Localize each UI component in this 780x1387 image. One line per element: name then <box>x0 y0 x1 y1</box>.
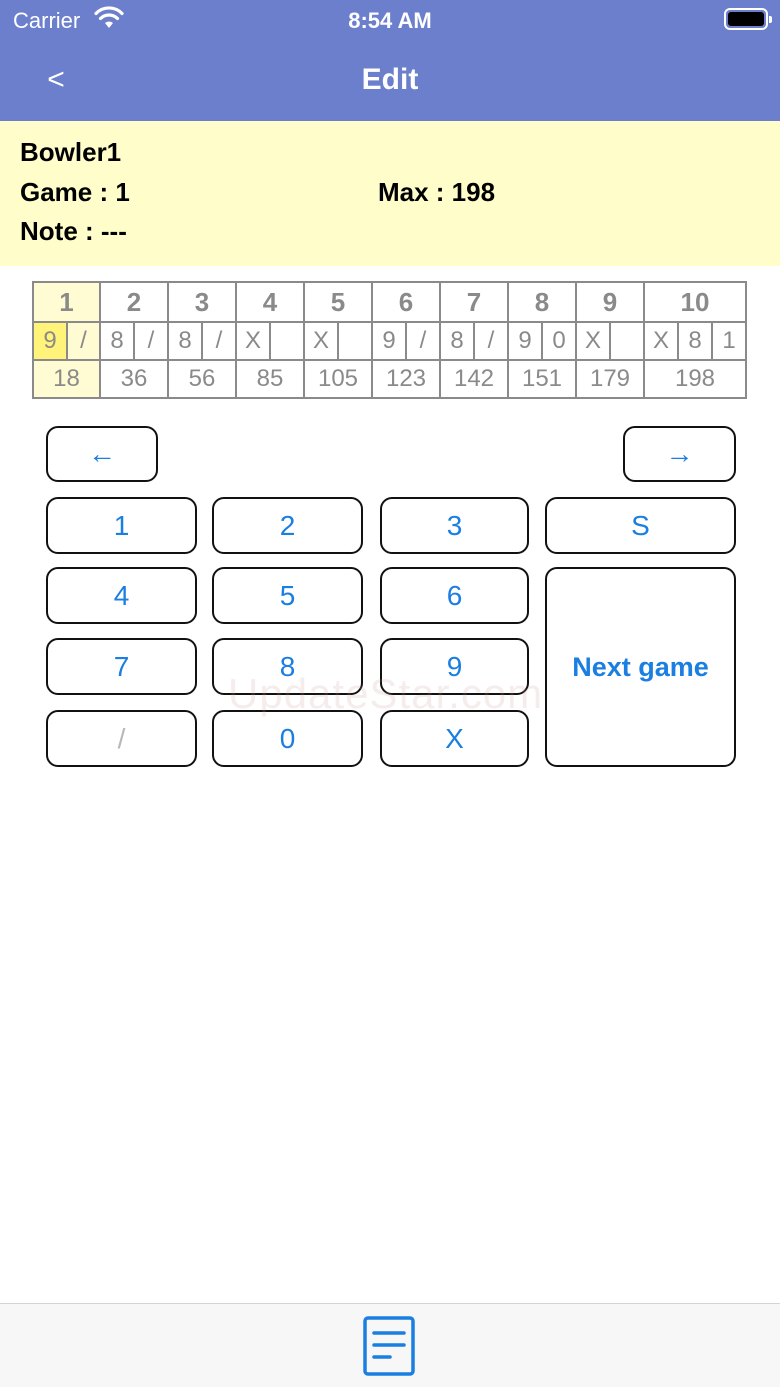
frame-total: 151 <box>507 359 577 399</box>
total-row: 18 36 56 85 105 123 142 151 179 198 <box>32 359 747 399</box>
ball-cell[interactable] <box>337 321 373 361</box>
split-button[interactable]: S <box>545 497 736 554</box>
ball-cell[interactable]: X <box>575 321 611 361</box>
strike-button[interactable]: X <box>380 710 529 767</box>
ball-cell[interactable]: 8 <box>167 321 203 361</box>
navigation-bar: Carrier 8:54 AM < Edit <box>0 0 780 121</box>
frame-total: 179 <box>575 359 645 399</box>
ball-cell[interactable]: 9 <box>371 321 407 361</box>
max-score: Max : 198 <box>378 177 496 207</box>
frame-header[interactable]: 3 <box>167 281 237 323</box>
next-ball-button[interactable]: → <box>623 426 736 482</box>
page-title: Edit <box>361 63 419 96</box>
score-sheet: 1 2 3 4 5 6 7 8 9 10 9 / 8 / 8 / X X 9 /… <box>32 281 747 399</box>
ball-cell[interactable]: 9 <box>32 321 68 361</box>
ball-cell[interactable]: / <box>66 321 101 361</box>
status-bar: Carrier 8:54 AM <box>0 0 780 40</box>
frame-header[interactable]: 7 <box>439 281 509 323</box>
frame-total: 123 <box>371 359 441 399</box>
key-4-button[interactable]: 4 <box>46 567 197 624</box>
ball-cell[interactable]: 0 <box>541 321 577 361</box>
game-note: Note : --- <box>20 216 127 246</box>
game-number: Game : 1 <box>20 177 130 207</box>
ball-cell[interactable]: X <box>303 321 339 361</box>
bowler-name: Bowler1 <box>20 137 122 167</box>
ball-cell[interactable]: / <box>405 321 441 361</box>
frame-total: 198 <box>643 359 747 399</box>
frame-header[interactable]: 2 <box>99 281 169 323</box>
key-5-button[interactable]: 5 <box>212 567 363 624</box>
document-icon[interactable] <box>363 1316 417 1376</box>
key-9-button[interactable]: 9 <box>380 638 529 695</box>
ball-cell[interactable] <box>609 321 645 361</box>
frame-header-row: 1 2 3 4 5 6 7 8 9 10 <box>32 281 747 323</box>
ball-cell[interactable]: X <box>235 321 271 361</box>
ball-cell[interactable]: 8 <box>439 321 475 361</box>
ball-cell[interactable]: X <box>643 321 679 361</box>
frame-total: 105 <box>303 359 373 399</box>
frame-total: 36 <box>99 359 169 399</box>
ball-row: 9 / 8 / 8 / X X 9 / 8 / 9 0 X X 8 1 <box>32 321 747 361</box>
ball-cell[interactable]: 8 <box>99 321 135 361</box>
game-info-panel: Bowler1 Game : 1 Max : 198 Note : --- <box>0 121 780 266</box>
frame-total: 85 <box>235 359 305 399</box>
tab-bar <box>0 1303 780 1387</box>
spare-button[interactable]: / <box>46 710 197 767</box>
frame-header[interactable]: 4 <box>235 281 305 323</box>
ball-cell[interactable]: / <box>201 321 237 361</box>
key-2-button[interactable]: 2 <box>212 497 363 554</box>
frame-header[interactable]: 8 <box>507 281 577 323</box>
frame-header[interactable]: 5 <box>303 281 373 323</box>
ball-cell[interactable]: 8 <box>677 321 713 361</box>
key-3-button[interactable]: 3 <box>380 497 529 554</box>
frame-total: 142 <box>439 359 509 399</box>
frame-total: 18 <box>32 359 101 399</box>
ball-cell[interactable]: 1 <box>711 321 747 361</box>
clock: 8:54 AM <box>348 8 432 33</box>
key-8-button[interactable]: 8 <box>212 638 363 695</box>
key-7-button[interactable]: 7 <box>46 638 197 695</box>
key-1-button[interactable]: 1 <box>46 497 197 554</box>
ball-cell[interactable]: 9 <box>507 321 543 361</box>
next-game-button[interactable]: Next game <box>545 567 736 767</box>
ball-cell[interactable] <box>269 321 305 361</box>
ball-cell[interactable]: / <box>133 321 169 361</box>
frame-header[interactable]: 6 <box>371 281 441 323</box>
frame-header[interactable]: 1 <box>32 281 101 323</box>
frame-total: 56 <box>167 359 237 399</box>
ball-cell[interactable]: / <box>473 321 509 361</box>
key-0-button[interactable]: 0 <box>212 710 363 767</box>
battery-icon <box>724 8 772 30</box>
frame-header[interactable]: 10 <box>643 281 747 323</box>
frame-header[interactable]: 9 <box>575 281 645 323</box>
key-6-button[interactable]: 6 <box>380 567 529 624</box>
prev-ball-button[interactable]: ← <box>46 426 158 482</box>
